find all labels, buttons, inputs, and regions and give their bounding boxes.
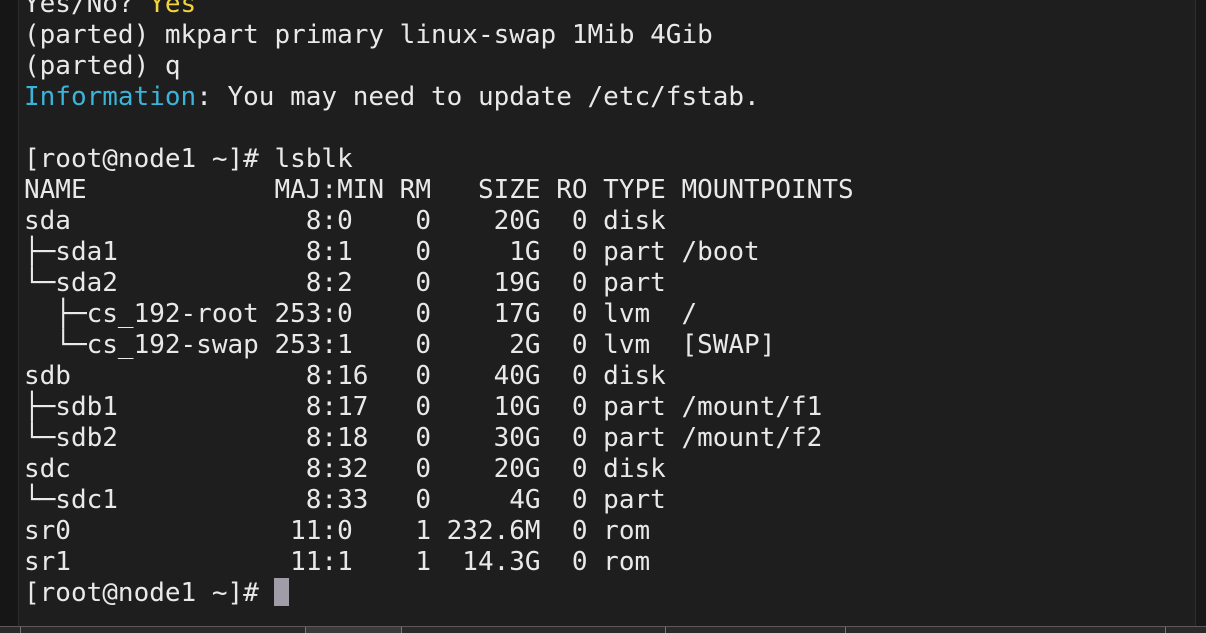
terminal-line: sdb 8:16 0 40G 0 disk <box>24 361 854 392</box>
terminal-line: └─sdc1 8:33 0 4G 0 part <box>24 485 854 516</box>
terminal-line: (parted) mkpart primary linux-swap 1Mib … <box>24 20 854 51</box>
terminal-line: ├─cs_192-root 253:0 0 17G 0 lvm / <box>24 299 854 330</box>
line-text: ├─sdb1 8:17 0 10G 0 part /mount/f1 <box>24 392 823 422</box>
line-text: sdb 8:16 0 40G 0 disk <box>24 361 666 391</box>
text-cursor <box>274 578 290 606</box>
line-text: sda 8:0 0 20G 0 disk <box>24 206 666 236</box>
tab-divider <box>1165 627 1166 633</box>
line-text: └─sda2 8:2 0 19G 0 part <box>24 268 666 298</box>
line-text: NAME MAJ:MIN RM SIZE RO TYPE MOUNTPOINTS <box>24 175 854 205</box>
terminal-line: sda 8:0 0 20G 0 disk <box>24 206 854 237</box>
line-text: ├─cs_192-root 253:0 0 17G 0 lvm / <box>24 299 698 329</box>
tab-divider <box>401 627 402 633</box>
terminal-line: ├─sdb1 8:17 0 10G 0 part /mount/f1 <box>24 392 854 423</box>
tab-active[interactable] <box>305 627 402 633</box>
line-text: Yes/No? <box>24 0 150 19</box>
terminal-window[interactable]: Yes/No? Yes (parted) mkpart primary linux… <box>0 0 1206 633</box>
tab-divider <box>20 627 21 633</box>
answer-text: Yes <box>149 0 197 19</box>
line-text: sr0 11:0 1 232.6M 0 rom <box>24 516 651 546</box>
terminal-line: └─sdb2 8:18 0 30G 0 part /mount/f2 <box>24 423 854 454</box>
line-text: (parted) q <box>24 51 181 81</box>
line-text: sdc 8:32 0 20G 0 disk <box>24 454 666 484</box>
terminal-line: (parted) q <box>24 51 854 82</box>
bottom-tab-bar <box>0 626 1206 633</box>
tab-divider <box>845 627 846 633</box>
terminal-line: sdc 8:32 0 20G 0 disk <box>24 454 854 485</box>
left-border <box>0 0 19 633</box>
prompt-line[interactable]: [root@node1 ~]# <box>24 578 854 609</box>
terminal-line: sr1 11:1 1 14.3G 0 rom <box>24 547 854 578</box>
line-text: ├─sda1 8:1 0 1G 0 part /boot <box>24 237 760 267</box>
line-text: : You may need to update /etc/fstab. <box>196 82 760 112</box>
line-text: └─sdb2 8:18 0 30G 0 part /mount/f2 <box>24 423 823 453</box>
terminal-output[interactable]: Yes/No? Yes (parted) mkpart primary linux… <box>24 0 854 609</box>
terminal-line: sr0 11:0 1 232.6M 0 rom <box>24 516 854 547</box>
terminal-line: NAME MAJ:MIN RM SIZE RO TYPE MOUNTPOINTS <box>24 175 854 206</box>
line-text: (parted) mkpart primary linux-swap 1Mib … <box>24 20 713 50</box>
terminal-line: └─cs_192-swap 253:1 0 2G 0 lvm [SWAP] <box>24 330 854 361</box>
shell-prompt: [root@node1 ~]# <box>24 578 275 608</box>
terminal-line: Yes/No? Yes <box>24 0 854 20</box>
tab-divider <box>665 627 666 633</box>
line-text: └─sdc1 8:33 0 4G 0 part <box>24 485 666 515</box>
terminal-line: [root@node1 ~]# lsblk <box>24 144 854 175</box>
terminal-line: └─sda2 8:2 0 19G 0 part <box>24 268 854 299</box>
terminal-line: Information: You may need to update /etc… <box>24 82 854 113</box>
terminal-line: ├─sda1 8:1 0 1G 0 part /boot <box>24 237 854 268</box>
scrollbar[interactable] <box>1195 0 1206 633</box>
line-text: └─cs_192-swap 253:1 0 2G 0 lvm [SWAP] <box>24 330 776 360</box>
line-text: sr1 11:1 1 14.3G 0 rom <box>24 547 651 577</box>
info-label: Information <box>24 82 197 112</box>
line-text: [root@node1 ~]# lsblk <box>24 144 353 174</box>
